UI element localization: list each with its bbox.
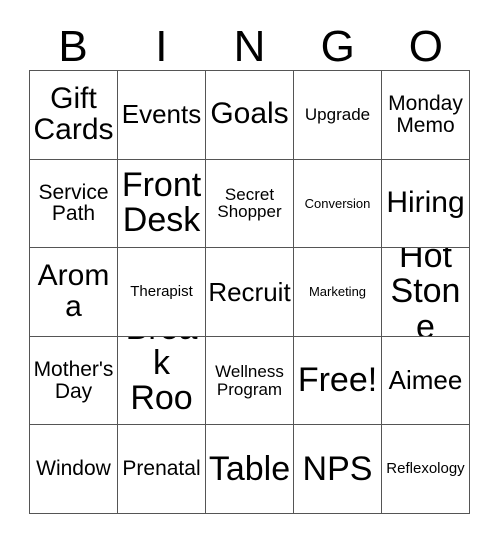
bingo-cell-r1c2[interactable]: Events — [118, 71, 206, 160]
bingo-cell-label: Front Desk — [121, 166, 202, 240]
header-letter-g: G — [320, 22, 355, 71]
bingo-cell-label: Upgrade — [304, 105, 371, 125]
bingo-cell-label: Marketing — [308, 284, 367, 300]
bingo-cell-label: Window — [36, 457, 111, 481]
bingo-cell-r5c5[interactable]: Reflexology — [382, 425, 470, 514]
bingo-cell-label: Mother's Day — [33, 357, 114, 403]
bingo-cell-label: Aimee — [388, 365, 463, 396]
bingo-cell-label: Recruit — [208, 276, 291, 307]
bingo-cell-label: Service Path — [38, 180, 109, 226]
header-letter-i: I — [155, 22, 168, 71]
bingo-cell-r3c5[interactable]: Hot Stone — [382, 248, 470, 337]
bingo-cell-label: Break Room — [126, 337, 198, 425]
bingo-cell-r3c3[interactable]: Recruit — [206, 248, 294, 337]
bingo-cell-r5c3[interactable]: Table — [206, 425, 294, 514]
bingo-cell-r4c3[interactable]: Wellness Program — [206, 336, 294, 426]
bingo-card: B I N G O Gift Cards Events Goals Upgrad… — [0, 0, 500, 544]
header-letter-n: N — [233, 22, 266, 71]
bingo-cell-label: Aroma — [37, 259, 110, 323]
bingo-cell-label: Goals — [210, 97, 289, 131]
header-letter-o: O — [408, 22, 444, 71]
bingo-cell-label: Therapist — [130, 283, 193, 301]
bingo-cell-label: Free! — [297, 361, 378, 400]
bingo-cell-label: Reflexology — [386, 460, 465, 478]
bingo-grid: Gift Cards Events Goals Upgrade Monday M… — [29, 70, 470, 514]
bingo-cell-label: Table — [208, 449, 291, 488]
bingo-cell-r1c3[interactable]: Goals — [206, 71, 294, 160]
bingo-cell-r5c2[interactable]: Prenatal — [118, 425, 206, 514]
bingo-cell-r3c2[interactable]: Therapist — [118, 248, 206, 337]
bingo-cell-free-space[interactable]: Free! — [294, 336, 382, 426]
bingo-cell-r5c4[interactable]: NPS — [294, 425, 382, 514]
bingo-cell-r4c1[interactable]: Mother's Day — [30, 336, 118, 426]
bingo-header: B I N G O — [29, 20, 470, 70]
bingo-cell-r5c1[interactable]: Window — [30, 425, 118, 514]
bingo-cell-r1c4[interactable]: Upgrade — [294, 71, 382, 160]
bingo-cell-r2c1[interactable]: Service Path — [30, 159, 118, 249]
bingo-cell-r2c3[interactable]: Secret Shopper — [206, 159, 294, 249]
bingo-cell-r4c5[interactable]: Aimee — [382, 336, 470, 426]
bingo-cell-label: NPS — [302, 449, 373, 488]
bingo-cell-label: Prenatal — [122, 457, 201, 481]
bingo-cell-r1c5[interactable]: Monday Memo — [382, 71, 470, 160]
bingo-cell-label: Gift Cards — [33, 81, 114, 146]
bingo-cell-label: Events — [121, 99, 202, 130]
bingo-cell-label: Conversion — [304, 195, 371, 211]
bingo-cell-r2c5[interactable]: Hiring — [382, 159, 470, 249]
bingo-cell-r3c4[interactable]: Marketing — [294, 248, 382, 337]
bingo-cell-label: Wellness Program — [215, 362, 284, 399]
bingo-cell-r3c1[interactable]: Aroma — [30, 248, 118, 337]
bingo-cell-label: Secret Shopper — [217, 184, 282, 222]
bingo-cell-r2c2[interactable]: Front Desk — [118, 159, 206, 249]
bingo-cell-r2c4[interactable]: Conversion — [294, 159, 382, 249]
header-letter-b: B — [58, 22, 88, 71]
bingo-cell-r4c2[interactable]: Break Room — [118, 336, 206, 426]
bingo-cell-label: Monday Memo — [388, 92, 463, 137]
bingo-cell-label: Hot Stone — [390, 248, 461, 337]
bingo-cell-label: Hiring — [386, 185, 465, 219]
bingo-cell-r1c1[interactable]: Gift Cards — [30, 71, 118, 160]
